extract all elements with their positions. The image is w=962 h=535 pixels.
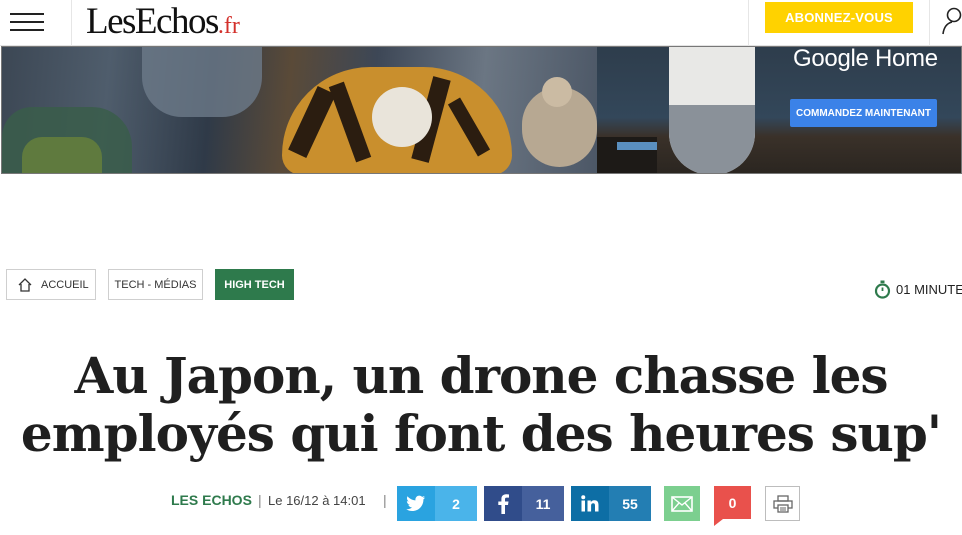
linkedin-count: 55: [609, 486, 651, 521]
menu-icon-line: [10, 21, 44, 23]
article-date: Le 16/12 à 14:01: [268, 493, 366, 508]
reading-time-label: 01 MINUTE: [896, 281, 962, 297]
meta-separator: |: [258, 492, 262, 508]
twitter-icon: [397, 486, 435, 521]
breadcrumb-tech-label: TECH - MÉDIAS: [114, 278, 197, 291]
stopwatch-icon: [874, 280, 891, 299]
home-icon: [18, 278, 32, 292]
ad-title: Google Home: [793, 46, 938, 72]
headline-line-2: employés qui font des heures sup': [20, 404, 942, 463]
share-facebook-button[interactable]: 11: [484, 486, 564, 521]
breadcrumb-high-tech[interactable]: HIGH TECH: [215, 269, 294, 300]
article-source[interactable]: LES ECHOS: [171, 492, 252, 508]
comments-bubble-tail: [714, 519, 723, 526]
twitter-count: 2: [435, 486, 477, 521]
top-bar: LesEchos.fr ABONNEZ-VOUS: [0, 0, 962, 46]
share-mail-button[interactable]: [664, 486, 700, 521]
ad-order-button[interactable]: COMMANDEZ MAINTENANT: [790, 99, 937, 127]
divider: [748, 0, 749, 46]
ad-photo: [2, 47, 597, 173]
menu-button[interactable]: [0, 0, 72, 46]
breadcrumb-hightech-label: HIGH TECH: [224, 278, 285, 291]
article-headline: Au Japon, un drone chasse les employés q…: [0, 347, 962, 463]
ad-banner[interactable]: Google Home COMMANDEZ MAINTENANT: [1, 46, 962, 174]
logo-tld-text: .fr: [217, 13, 240, 39]
menu-icon-line: [10, 13, 44, 15]
print-button[interactable]: [765, 486, 800, 521]
comments-button[interactable]: 0: [714, 486, 751, 526]
breadcrumb-tech-medias[interactable]: TECH - MÉDIAS: [108, 269, 203, 300]
site-logo[interactable]: LesEchos.fr: [86, 2, 240, 42]
divider: [929, 0, 930, 46]
breadcrumb-home-label: ACCUEIL: [41, 278, 89, 291]
menu-icon-line: [10, 29, 44, 31]
print-icon: [772, 494, 793, 513]
meta-separator: |: [383, 492, 387, 508]
share-twitter-button[interactable]: 2: [397, 486, 477, 521]
linkedin-icon: [571, 486, 609, 521]
share-linkedin-button[interactable]: 55: [571, 486, 651, 521]
comments-count: 0: [728, 494, 737, 511]
mail-icon: [671, 495, 693, 512]
user-icon[interactable]: [940, 6, 962, 36]
reading-time: 01 MINUTE: [874, 280, 962, 299]
facebook-icon: [484, 486, 522, 521]
headline-line-1: Au Japon, un drone chasse les: [74, 346, 888, 405]
logo-main-text: LesEchos: [86, 1, 219, 42]
facebook-count: 11: [522, 486, 564, 521]
breadcrumb-home[interactable]: ACCUEIL: [6, 269, 96, 300]
subscribe-button[interactable]: ABONNEZ-VOUS: [765, 2, 913, 33]
